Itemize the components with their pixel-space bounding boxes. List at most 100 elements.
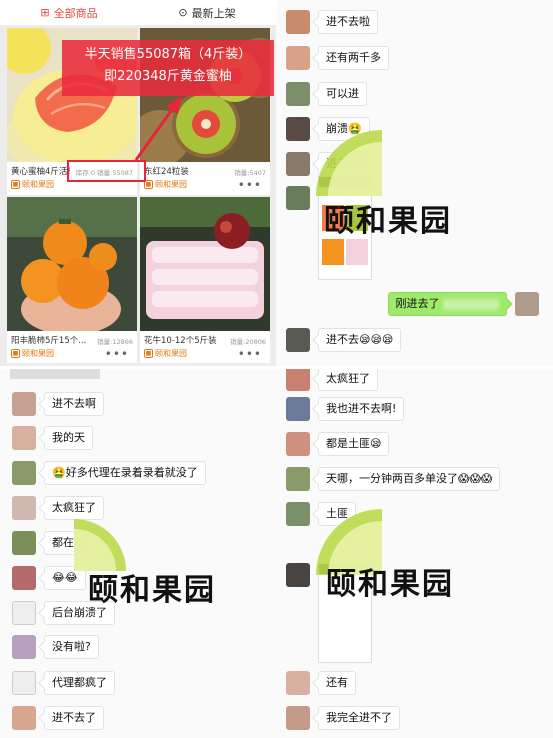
- message-bubble: 🤮好多代理在录着录着就没了: [44, 461, 206, 485]
- avatar[interactable]: [286, 117, 310, 141]
- chat-message: 天哪，一分钟两百多单没了😱😱😱: [286, 467, 501, 491]
- sales-banner: 半天销售55087箱（4斤装） 即220348斤黄金蜜柚: [62, 40, 274, 96]
- product-brand: ■ 颐和果园: [11, 179, 54, 190]
- avatar[interactable]: [12, 601, 36, 625]
- avatar[interactable]: [12, 496, 36, 520]
- avatar[interactable]: [12, 392, 36, 416]
- chat-panel-bottom-left[interactable]: 进不去啊 我的天 🤮好多代理在录着录着就没了 太疯狂了 都在喊 😂😂 后台崩溃了…: [0, 369, 276, 738]
- avatar[interactable]: [286, 432, 310, 456]
- tab-label: 最新上架: [191, 6, 236, 20]
- brand-label: 颐和果园: [155, 349, 187, 358]
- arrow-icon: [134, 96, 182, 161]
- product-name: 花牛10-12个5斤装: [144, 336, 217, 346]
- cropped-previous-message: [10, 369, 100, 379]
- banner-line-2: 即220348斤黄金蜜柚: [104, 69, 232, 84]
- message-bubble: 进不去啦: [318, 10, 378, 34]
- avatar[interactable]: [12, 566, 36, 590]
- more-icon[interactable]: •••: [105, 347, 129, 361]
- chat-message: 进不去啊: [12, 392, 104, 416]
- chat-message: 进不去😪😪😪: [286, 328, 402, 352]
- shop-icon: ■: [11, 349, 20, 358]
- brand-label: 颐和果园: [22, 349, 54, 358]
- message-bubble: 还有: [318, 671, 356, 695]
- chat-message: [286, 563, 310, 587]
- product-stock: 销量:12866: [97, 338, 133, 346]
- chat-message: 代理都疯了: [12, 671, 115, 695]
- message-bubble: 进不去了: [44, 706, 104, 730]
- chat-message: 进不去啦: [286, 10, 378, 34]
- new-icon: ⊙: [178, 6, 188, 19]
- avatar[interactable]: [286, 46, 310, 70]
- avatar[interactable]: [286, 82, 310, 106]
- chat-message: 后台崩溃了: [12, 601, 115, 625]
- chat-message: 可以进: [286, 82, 367, 106]
- shop-product-panel: ⊞ 全部商品 ⊙ 最新上架 黄心蜜柚4斤活! 库存:0 销量:55087 ■ 颐…: [0, 0, 276, 366]
- chat-message: 🤮好多代理在录着录着就没了: [12, 461, 206, 485]
- message-bubble: 代理都疯了: [44, 671, 115, 695]
- avatar[interactable]: [286, 706, 310, 730]
- message-bubble: 天哪，一分钟两百多单没了😱😱😱: [318, 467, 501, 491]
- chat-message: 我完全进不了: [286, 706, 400, 730]
- product-card[interactable]: 花牛10-12个5斤装 销量:20806 ■ 颐和果园 •••: [140, 197, 270, 363]
- chat-message: 太疯狂了: [12, 496, 104, 520]
- chat-panel-bottom-right[interactable]: 太疯狂了 我也进不去啊! 都是土匪😪 天哪，一分钟两百多单没了😱😱😱 土匪 颐和…: [276, 369, 553, 738]
- product-name: 黄心蜜柚4斤活!: [11, 167, 71, 177]
- avatar[interactable]: [12, 426, 36, 450]
- chat-message: 太疯狂了: [286, 369, 378, 391]
- tab-all-products[interactable]: ⊞ 全部商品: [0, 0, 138, 25]
- sales-highlight-box: [67, 160, 146, 182]
- chat-message: 没有啦?: [12, 635, 99, 659]
- message-bubble: 进不去😪😪😪: [318, 328, 402, 352]
- chat-message: 还有两千多: [286, 46, 389, 70]
- message-bubble: 我的天: [44, 426, 93, 450]
- tab-new-arrivals[interactable]: ⊙ 最新上架: [138, 0, 276, 25]
- message-text: 刚进去了: [395, 297, 440, 310]
- avatar[interactable]: [286, 152, 310, 176]
- avatar[interactable]: [12, 671, 36, 695]
- brand-label: 颐和果园: [22, 180, 54, 189]
- product-brand: ■ 颐和果园: [144, 179, 187, 190]
- message-bubble: 太疯狂了: [318, 369, 378, 391]
- tab-label: 全部商品: [53, 6, 98, 20]
- avatar[interactable]: [12, 706, 36, 730]
- lime-logo-icon: [74, 519, 126, 571]
- message-bubble: 太疯狂了: [44, 496, 104, 520]
- product-brand: ■ 颐和果园: [144, 348, 187, 359]
- message-bubble: 刚进去了: [387, 292, 507, 316]
- more-icon[interactable]: •••: [238, 178, 262, 192]
- chat-message: 进不去了: [12, 706, 104, 730]
- product-name: 阳丰脆柿5斤15个...: [11, 336, 87, 346]
- avatar[interactable]: [286, 328, 310, 352]
- more-icon[interactable]: •••: [238, 347, 262, 361]
- message-bubble: 我完全进不了: [318, 706, 400, 730]
- avatar[interactable]: [286, 10, 310, 34]
- banner-line-1: 半天销售55087箱（4斤装）: [84, 47, 252, 62]
- message-bubble: 可以进: [318, 82, 367, 106]
- avatar[interactable]: [286, 369, 310, 391]
- panel-separator: [0, 366, 553, 369]
- product-stock: 销量:20806: [230, 338, 266, 346]
- avatar[interactable]: [286, 502, 310, 526]
- product-image-persimmon: [7, 197, 137, 331]
- lime-logo-icon: [316, 130, 382, 196]
- chat-message-outgoing: 刚进去了: [387, 292, 539, 316]
- avatar[interactable]: [12, 531, 36, 555]
- product-card[interactable]: 阳丰脆柿5斤15个... 销量:12866 ■ 颐和果园 •••: [7, 197, 137, 363]
- avatar[interactable]: [12, 635, 36, 659]
- avatar[interactable]: [286, 563, 310, 587]
- chat-message: [286, 186, 310, 210]
- avatar[interactable]: [286, 186, 310, 210]
- avatar[interactable]: [286, 467, 310, 491]
- shop-icon: ■: [11, 180, 20, 189]
- message-bubble: 都是土匪😪: [318, 432, 390, 456]
- product-name: 东红24粒装: [144, 167, 189, 177]
- avatar[interactable]: [286, 397, 310, 421]
- chat-message: 都是土匪😪: [286, 432, 390, 456]
- chat-message: 我的天: [12, 426, 93, 450]
- message-bubble: 后台崩溃了: [44, 601, 115, 625]
- avatar[interactable]: [515, 292, 539, 316]
- blurred-text: [443, 298, 499, 310]
- chat-panel-top-right[interactable]: 进不去啦 还有两千多 可以进 崩溃🤮 进不去了 颐和果园: [276, 0, 553, 366]
- avatar[interactable]: [286, 671, 310, 695]
- avatar[interactable]: [12, 461, 36, 485]
